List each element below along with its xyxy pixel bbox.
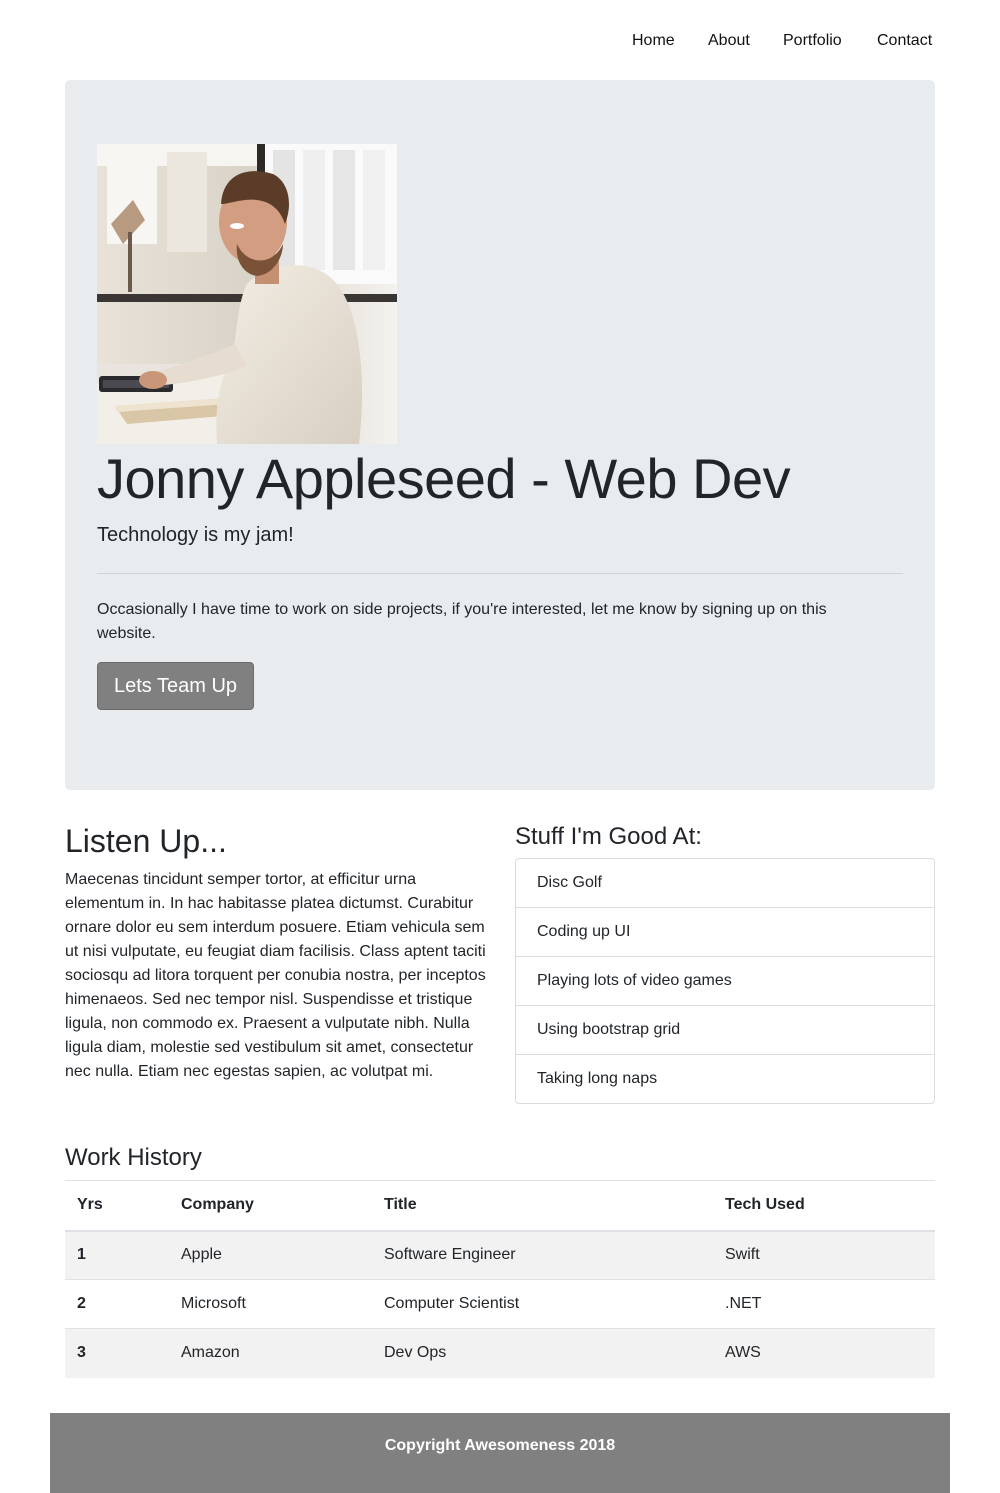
- list-item: Playing lots of video games: [516, 957, 934, 1006]
- cell-company: Microsoft: [169, 1279, 372, 1329]
- skills-heading: Stuff I'm Good At:: [515, 823, 702, 850]
- skills-list: Disc Golf Coding up UI Playing lots of v…: [515, 858, 935, 1104]
- list-item: Disc Golf: [516, 859, 934, 908]
- column-header-title: Title: [372, 1180, 713, 1232]
- cell-tech: AWS: [713, 1328, 935, 1378]
- cell-tech: .NET: [713, 1279, 935, 1329]
- list-item: Coding up UI: [516, 908, 934, 957]
- hero-title: Jonny Appleseed - Web Dev: [97, 447, 791, 510]
- page-footer: Copyright Awesomeness 2018: [50, 1413, 950, 1493]
- nav-contact-link[interactable]: Contact: [877, 31, 932, 51]
- lets-team-up-button[interactable]: Lets Team Up: [97, 662, 254, 710]
- cell-title: Software Engineer: [372, 1230, 713, 1280]
- copyright-text: Copyright Awesomeness 2018: [384, 1437, 616, 1454]
- hero-divider: [97, 573, 903, 574]
- top-navbar: Home About Portfolio Contact: [0, 0, 1000, 80]
- cell-yrs: 1: [65, 1230, 169, 1280]
- list-item: Using bootstrap grid: [516, 1006, 934, 1055]
- hero-intro-text: Occasionally I have time to work on side…: [97, 601, 827, 642]
- cell-company: Apple: [169, 1230, 372, 1280]
- cell-tech: Swift: [713, 1230, 935, 1280]
- cell-title: Computer Scientist: [372, 1279, 713, 1329]
- nav-portfolio-link[interactable]: Portfolio: [783, 31, 842, 51]
- column-header-yrs: Yrs: [65, 1180, 169, 1232]
- cell-company: Amazon: [169, 1328, 372, 1378]
- work-history-heading: Work History: [65, 1144, 202, 1171]
- cell-yrs: 3: [65, 1328, 169, 1378]
- list-item: Taking long naps: [537, 1070, 658, 1087]
- column-header-tech: Tech Used: [713, 1180, 935, 1232]
- profile-photo: [97, 144, 397, 444]
- listen-up-heading: Listen Up...: [65, 823, 227, 859]
- table-row: 2 Microsoft Computer Scientist .NET: [65, 1279, 935, 1329]
- work-history-table: Yrs Company Title Tech Used 1 Apple Soft…: [65, 1180, 935, 1378]
- nav-home-link[interactable]: Home: [632, 31, 675, 51]
- table-row: 3 Amazon Dev Ops AWS: [65, 1328, 935, 1378]
- column-header-company: Company: [169, 1180, 372, 1232]
- hero-jumbotron: Jonny Appleseed - Web Dev Technology is …: [65, 80, 935, 790]
- table-header-row: Yrs Company Title Tech Used: [65, 1180, 935, 1232]
- cell-yrs: 2: [65, 1279, 169, 1329]
- table-row: 1 Apple Software Engineer Swift: [65, 1230, 935, 1280]
- profile-photo-image: [97, 144, 397, 444]
- nav-about-link[interactable]: About: [708, 31, 750, 51]
- listen-up-body: Maecenas tincidunt semper tortor, at eff…: [65, 871, 486, 1080]
- hero-tagline: Technology is my jam!: [97, 524, 294, 546]
- cell-title: Dev Ops: [372, 1328, 713, 1378]
